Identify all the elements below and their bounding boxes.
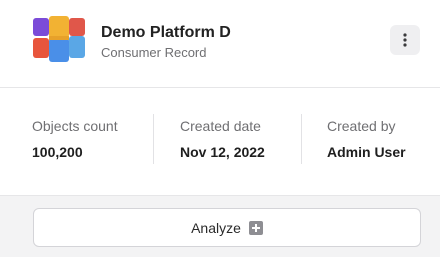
stat-value: 100,200 [32,144,83,160]
stats-panel: Objects count 100,200 Created date Nov 1… [0,88,440,196]
kebab-menu-icon [403,33,407,47]
plus-square-icon [248,220,263,235]
stat-label: Objects count [32,118,118,134]
record-title: Demo Platform D [101,24,231,41]
stat-label: Created date [180,118,261,134]
stat-value: Admin User [327,144,406,160]
record-card: Demo Platform D Consumer Record Objects … [0,0,440,257]
card-header: Demo Platform D Consumer Record [0,0,440,88]
stat-divider [301,114,302,164]
stat-label: Created by [327,118,396,134]
more-options-button[interactable] [390,25,420,55]
analyze-button[interactable]: Analyze [33,208,421,247]
analyze-button-label: Analyze [191,219,241,236]
record-subtitle: Consumer Record [101,45,207,60]
stat-divider [153,114,154,164]
cube-logo-icon [33,16,85,62]
stat-value: Nov 12, 2022 [180,144,265,160]
